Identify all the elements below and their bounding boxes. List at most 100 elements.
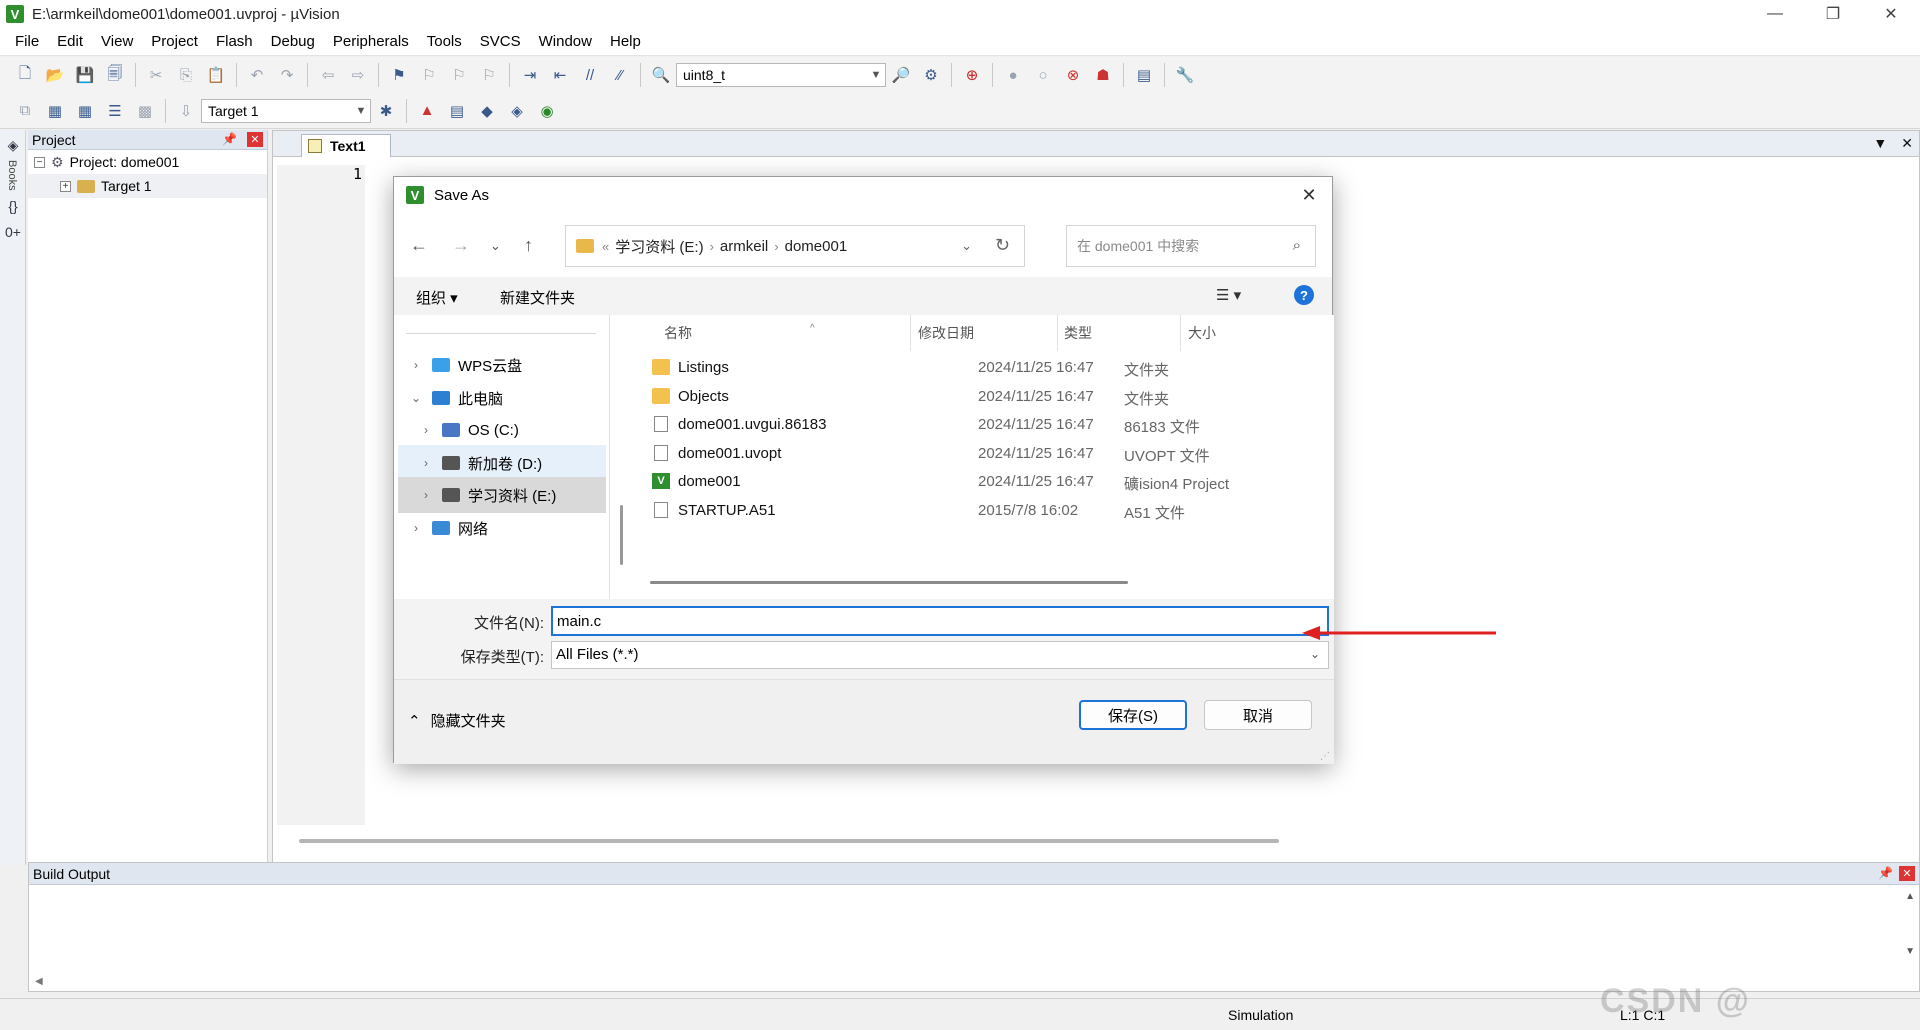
resize-grip-icon[interactable]: ⋰ (1320, 751, 1330, 762)
dialog-close-button[interactable]: ✕ (1296, 183, 1322, 207)
filename-input[interactable] (551, 606, 1329, 636)
close-button[interactable]: ✕ (1862, 0, 1920, 28)
chevron-down-icon[interactable]: ⌄ (961, 238, 972, 254)
scroll-left-icon[interactable]: ◀ (35, 976, 43, 987)
close-panel-button[interactable]: ✕ (1899, 866, 1915, 881)
expand-icon[interactable]: + (60, 180, 71, 192)
search-input[interactable]: 在 dome001 中搜索 ⌕ (1066, 225, 1316, 267)
templates-tab-icon[interactable]: 0+ (2, 221, 24, 243)
menu-tools[interactable]: Tools (418, 33, 471, 50)
nav-item[interactable]: ⌄ 此电脑 (398, 380, 606, 416)
run-time-environment-icon[interactable]: ◉ (535, 99, 559, 123)
incremental-find-icon[interactable]: ⚙ (919, 63, 943, 87)
column-separator[interactable] (1180, 315, 1181, 351)
filetype-select[interactable]: All Files (*.*) ⌄ (551, 641, 1329, 669)
organize-button[interactable]: 组织 ▾ (416, 287, 458, 308)
cut-icon[interactable]: ✂ (144, 63, 168, 87)
tab-text1[interactable]: Text1 (301, 134, 391, 157)
breadcrumb-drive[interactable]: 学习资料 (E:) (615, 236, 703, 257)
menu-help[interactable]: Help (601, 33, 650, 50)
nav-item[interactable]: › 新加卷 (D:) (398, 445, 606, 481)
find-icon[interactable]: 🔎 (889, 63, 913, 87)
new-file-icon[interactable]: 🗋 (13, 63, 37, 87)
pin-icon[interactable]: 📌 (1878, 866, 1893, 880)
tab-list-icon[interactable]: ▼ (1873, 135, 1887, 152)
column-separator[interactable] (910, 315, 911, 351)
chevron-right-icon[interactable]: › (406, 358, 426, 372)
nav-item[interactable]: › WPS云盘 (398, 347, 606, 383)
nav-item[interactable]: › OS (C:) (398, 412, 606, 448)
find-in-files-icon[interactable]: 🔍 (649, 63, 673, 87)
menu-window[interactable]: Window (530, 33, 601, 50)
minimize-button[interactable]: — (1746, 0, 1804, 28)
nav-item[interactable]: › 网络 (398, 510, 606, 546)
prev-bookmark-icon[interactable]: ⚐ (417, 63, 441, 87)
new-folder-button[interactable]: 新建文件夹 (500, 287, 575, 308)
redo-icon[interactable]: ↷ (275, 63, 299, 87)
breadcrumb-armkeil[interactable]: armkeil (720, 238, 768, 255)
file-list-horizontal-scrollbar[interactable] (650, 581, 1128, 584)
forward-arrow-icon[interactable]: → (452, 235, 470, 256)
menu-svcs[interactable]: SVCS (471, 33, 530, 50)
pin-icon[interactable]: 📌 (222, 132, 237, 146)
manage-components-icon[interactable]: ▲ (415, 99, 439, 123)
scroll-down-icon[interactable]: ▼ (1905, 946, 1915, 957)
target-options-icon[interactable]: ✱ (374, 99, 398, 123)
save-all-icon[interactable]: 🗐 (103, 63, 127, 87)
target-row[interactable]: + Target 1 (28, 174, 267, 198)
close-panel-button[interactable]: ✕ (247, 132, 263, 147)
disable-breakpoint-icon[interactable]: ○ (1031, 63, 1055, 87)
menu-project[interactable]: Project (142, 33, 207, 50)
undo-icon[interactable]: ↶ (245, 63, 269, 87)
chevron-right-icon[interactable]: › (416, 456, 436, 470)
view-options-icon[interactable]: ☰ ▾ (1216, 286, 1241, 304)
nav-item[interactable]: › 学习资料 (E:) (398, 477, 606, 513)
build-icon[interactable]: ▦ (43, 99, 67, 123)
target-combo[interactable]: Target 1 ▼ (201, 98, 371, 123)
navigate-back-icon[interactable]: ⇦ (316, 63, 340, 87)
download-icon[interactable]: ⇩ (174, 99, 198, 123)
window-options-icon[interactable]: ☗ (1091, 63, 1115, 87)
close-tab-icon[interactable]: ✕ (1901, 135, 1913, 152)
menu-view[interactable]: View (92, 33, 142, 50)
restore-button[interactable]: ❐ (1804, 0, 1862, 28)
refresh-icon[interactable]: ↻ (995, 235, 1010, 256)
books-tab[interactable]: Books (6, 160, 18, 191)
file-extensions-icon[interactable]: ▤ (445, 99, 469, 123)
hide-folders-toggle[interactable]: ⌃ 隐藏文件夹 (408, 710, 506, 731)
comment-icon[interactable]: // (578, 63, 602, 87)
uncomment-icon[interactable]: ⁄⁄ (608, 63, 632, 87)
column-type[interactable]: 类型 (1064, 323, 1092, 343)
help-icon[interactable]: ? (1294, 285, 1314, 305)
menu-edit[interactable]: Edit (48, 33, 92, 50)
navigate-forward-icon[interactable]: ⇨ (346, 63, 370, 87)
pack-installer-icon[interactable]: ◆ (475, 99, 499, 123)
project-tab-icon[interactable]: ◈ (2, 134, 24, 156)
save-icon[interactable]: 💾 (73, 63, 97, 87)
kill-breakpoints-icon[interactable]: ⊗ (1061, 63, 1085, 87)
column-size[interactable]: 大小 (1188, 323, 1216, 343)
column-date[interactable]: 修改日期 (918, 323, 974, 343)
menu-file[interactable]: File (6, 33, 48, 50)
configure-icon[interactable]: ▤ (1132, 63, 1156, 87)
find-combo[interactable]: uint8_t ▼ (676, 63, 886, 87)
breakpoint-icon[interactable]: ● (1001, 63, 1025, 87)
chevron-right-icon[interactable]: › (406, 521, 426, 535)
recent-locations-icon[interactable]: ⌄ (490, 238, 501, 254)
file-row[interactable]: STARTUP.A51 2015/7/8 16:02 A51 文件 (632, 494, 1334, 529)
menu-debug[interactable]: Debug (262, 33, 324, 50)
project-root-row[interactable]: − ⚙ Project: dome001 (28, 150, 267, 174)
editor-horizontal-scrollbar[interactable] (299, 839, 1279, 843)
menu-peripherals[interactable]: Peripherals (324, 33, 418, 50)
up-arrow-icon[interactable]: ↑ (524, 235, 533, 256)
search-icon[interactable]: ⌕ (1293, 237, 1301, 254)
clear-bookmarks-icon[interactable]: ⚐ (477, 63, 501, 87)
menu-flash[interactable]: Flash (207, 33, 262, 50)
collapse-icon[interactable]: − (34, 156, 45, 168)
breadcrumb-dome001[interactable]: dome001 (785, 238, 848, 255)
chevron-down-icon[interactable]: ⌄ (406, 391, 426, 405)
vertical-scrollbar[interactable]: ▲ ▼ (1905, 891, 1915, 957)
next-bookmark-icon[interactable]: ⚐ (447, 63, 471, 87)
bookmark-icon[interactable]: ⚑ (387, 63, 411, 87)
column-name[interactable]: 名称 (664, 323, 692, 343)
